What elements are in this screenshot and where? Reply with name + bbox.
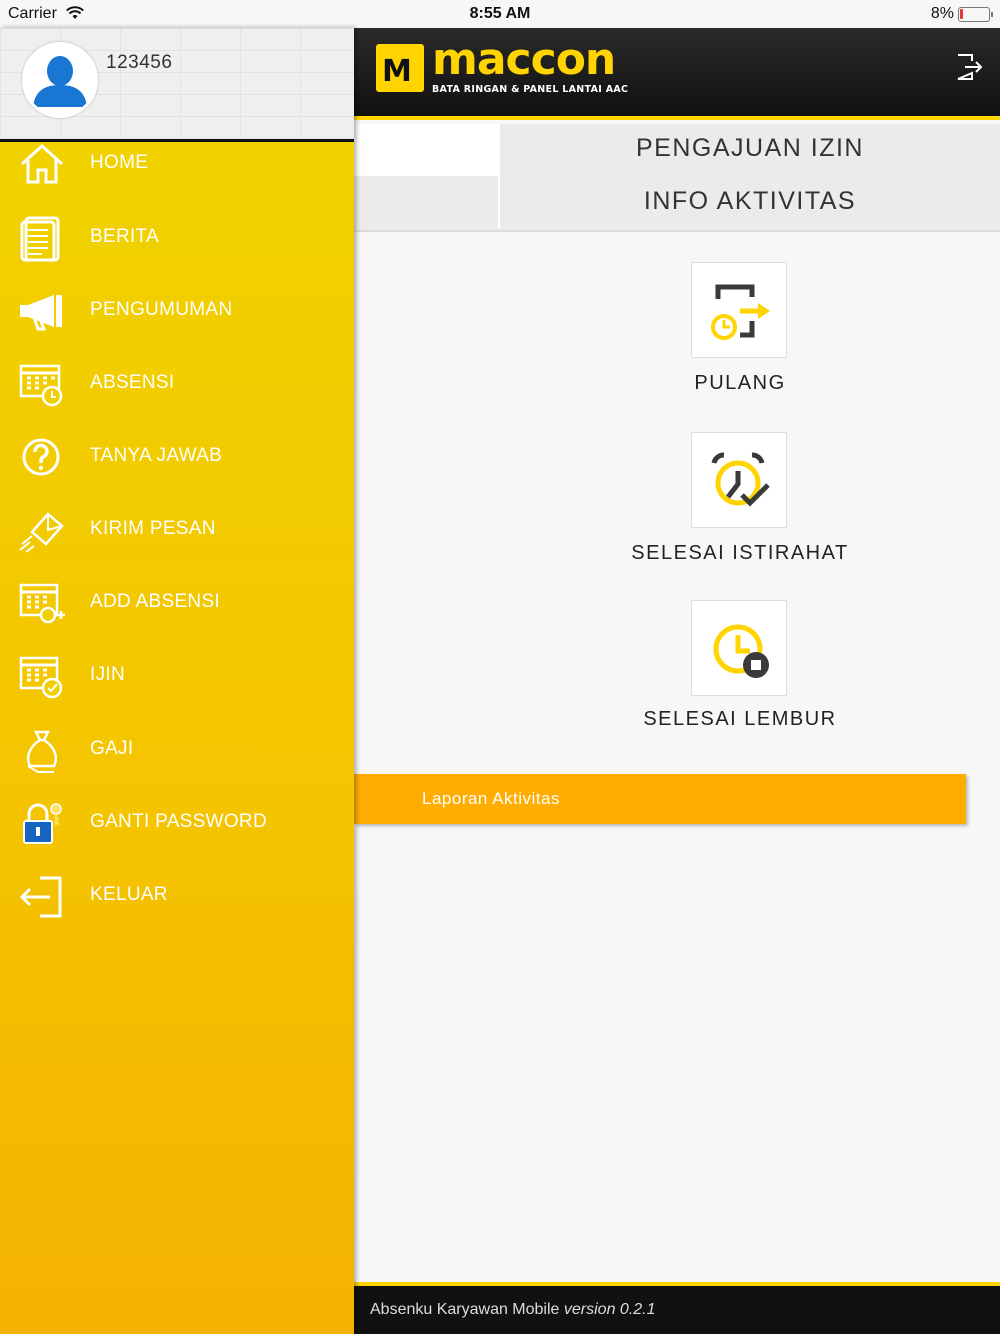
profile-user-id: 123456: [106, 52, 173, 73]
tab-info-aktivitas[interactable]: INFO AKTIVITAS: [500, 187, 1000, 216]
status-bar: Carrier 8:55 AM 8%: [0, 0, 1000, 28]
question-icon: [22, 438, 60, 476]
tab-area: PENGAJUAN IZIN INFO AKTIVITAS: [354, 124, 1000, 232]
pulang-button[interactable]: [691, 262, 787, 358]
selesai-lembur-label: SELESAI LEMBUR: [643, 708, 837, 730]
clock-out-icon: [711, 284, 770, 340]
lock-key-icon: [23, 803, 62, 844]
home-icon: [20, 143, 64, 184]
menu-item-home[interactable]: HOME: [0, 134, 354, 196]
menu-item-label: PENGUMUMAN: [90, 299, 233, 320]
avatar[interactable]: [22, 42, 98, 118]
menu-item-pengumuman[interactable]: PENGUMUMAN: [0, 281, 354, 343]
megaphone-icon: [20, 295, 62, 331]
menu-item-label: IJIN: [90, 664, 125, 685]
menu-item-berita[interactable]: BERITA: [0, 208, 354, 270]
money-bag-icon: [26, 730, 58, 773]
side-drawer: 123456 HOME BERITA PENGUMUMAN ABSENSI TA…: [0, 28, 354, 1334]
user-icon: [25, 45, 95, 115]
logo-tagline: BATA RINGAN & PANEL LANTAI AAC: [432, 84, 629, 95]
footer-version: version 0.2.1: [563, 1301, 656, 1318]
menu-item-label: GAJI: [90, 738, 134, 759]
menu-item-kirim-pesan[interactable]: KIRIM PESAN: [0, 500, 354, 562]
menu-item-add-absensi[interactable]: ADD ABSENSI: [0, 573, 354, 635]
menu-item-ganti-password[interactable]: GANTI PASSWORD: [0, 793, 354, 855]
clock: 8:55 AM: [469, 5, 531, 22]
menu-item-gaji[interactable]: GAJI: [0, 720, 354, 782]
menu-item-label: GANTI PASSWORD: [90, 811, 267, 832]
selesai-istirahat-button[interactable]: [691, 432, 787, 528]
menu-item-absensi[interactable]: ABSENSI: [0, 354, 354, 416]
battery-percent: 8%: [930, 5, 954, 22]
alarm-check-icon: [711, 452, 770, 507]
menu-item-label: ADD ABSENSI: [90, 591, 221, 612]
menu-item-tanya-jawab[interactable]: TANYA JAWAB: [0, 427, 354, 489]
menu-item-ijin[interactable]: IJIN: [0, 646, 354, 708]
send-message-icon: [19, 512, 64, 553]
newspaper-icon: [20, 216, 60, 262]
maccon-logo-icon: M: [376, 44, 424, 92]
menu-item-label: ABSENSI: [90, 372, 175, 393]
menu-item-label: KELUAR: [90, 884, 168, 905]
menu-item-label: KIRIM PESAN: [90, 518, 216, 539]
laporan-aktivitas-label: Laporan Aktivitas: [422, 789, 560, 808]
calendar-check-icon: [19, 656, 63, 699]
logout-icon[interactable]: [954, 52, 984, 82]
menu-item-label: TANYA JAWAB: [90, 445, 223, 466]
menu-item-keluar[interactable]: KELUAR: [0, 866, 354, 928]
clock-stop-icon: [713, 624, 769, 678]
logo-word: maccon: [432, 34, 616, 85]
selesai-lembur-button[interactable]: [691, 600, 787, 696]
app-header: M maccon BATA RINGAN & PANEL LANTAI AAC: [354, 28, 1000, 120]
laporan-aktivitas-button[interactable]: Laporan Aktivitas: [354, 774, 966, 824]
footer-app-name: Absenku Karyawan Mobile: [370, 1301, 560, 1318]
pulang-label: PULANG: [694, 372, 786, 394]
menu-item-label: HOME: [90, 152, 149, 173]
calendar-clock-icon: [19, 364, 63, 407]
menu-item-label: BERITA: [90, 226, 160, 247]
footer-text: Absenku Karyawan Mobile version 0.2.1: [370, 1301, 656, 1319]
battery-icon: [958, 7, 993, 22]
selesai-istirahat-label: SELESAI ISTIRAHAT: [631, 542, 849, 564]
exit-icon: [19, 876, 62, 918]
tab-pengajuan-izin[interactable]: PENGAJUAN IZIN: [500, 134, 1000, 163]
calendar-add-icon: [19, 583, 65, 624]
profile-header: 123456: [0, 28, 354, 142]
footer: Absenku Karyawan Mobile version 0.2.1: [354, 1282, 1000, 1334]
